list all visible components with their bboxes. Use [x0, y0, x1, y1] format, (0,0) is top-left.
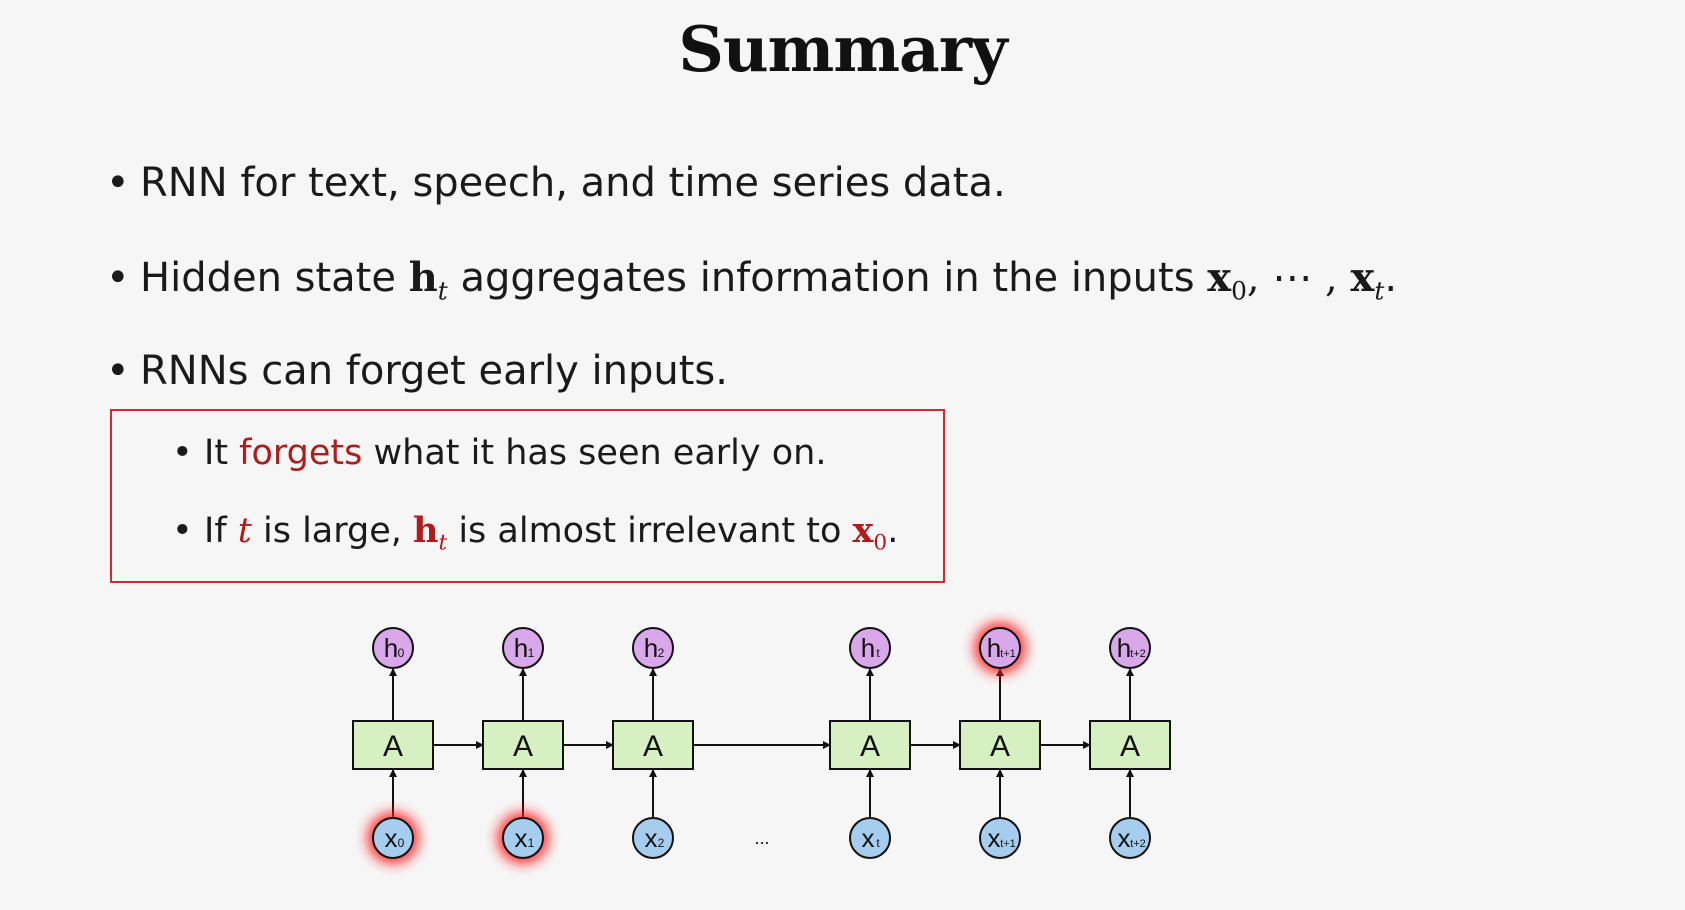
hidden-state-label: h [1117, 633, 1131, 663]
input-label: x [385, 823, 398, 853]
rnn-unrolled-diagram: Ah 0x 0Ah 1x 1Ah 2x 2Ah tx tAht+1x t+1Aht+2x t+2..… [352, 622, 1171, 864]
input-subscript: t+1 [1000, 838, 1016, 850]
input-label: x [988, 823, 1001, 853]
input-label: x [645, 823, 658, 853]
hidden-state-label: h [861, 633, 875, 663]
input-subscript: 1 [528, 836, 535, 850]
input-subscript: 0 [398, 836, 405, 850]
hidden-state-subscript: 2 [658, 646, 665, 660]
hidden-state-label: h [514, 633, 528, 663]
rnn-cell-label: A [513, 730, 533, 763]
input-subscript: 2 [658, 836, 665, 850]
hidden-state-subscript: t+2 [1130, 648, 1146, 660]
rnn-cell-label: A [643, 730, 663, 763]
hidden-state-subscript: t+1 [1000, 648, 1016, 660]
input-label: x [1118, 823, 1131, 853]
input-label: x [515, 823, 528, 853]
diagram-ellipsis: ... [754, 828, 769, 848]
input-subscript: t+2 [1130, 838, 1146, 850]
rnn-cell-label: A [1120, 730, 1140, 763]
hidden-state-subscript: 1 [528, 646, 535, 660]
rnn-cell-label: A [860, 730, 880, 763]
hidden-state-label: h [987, 633, 1001, 663]
rnn-cell-label: A [990, 730, 1010, 763]
rnn-cell-label: A [383, 730, 403, 763]
hidden-state-label: h [384, 633, 398, 663]
hidden-state-subscript: 0 [398, 646, 405, 660]
input-label: x [862, 823, 875, 853]
hidden-state-label: h [644, 633, 658, 663]
